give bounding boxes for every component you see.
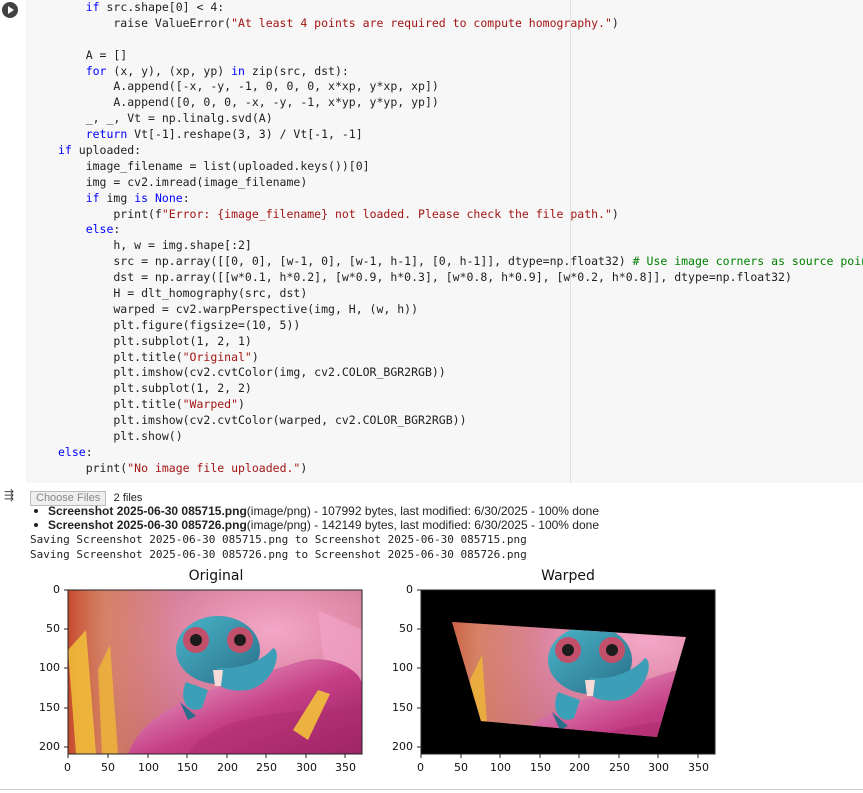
x-tick-label: 300 bbox=[648, 761, 669, 774]
y-tick-label: 100 bbox=[39, 661, 60, 674]
x-tick-label: 300 bbox=[296, 761, 317, 774]
cell-divider bbox=[0, 789, 863, 790]
y-tick-label: 0 bbox=[53, 583, 60, 596]
x-tick-label: 0 bbox=[417, 761, 424, 774]
y-tick-label: 50 bbox=[399, 622, 413, 635]
y-tick-label: 100 bbox=[392, 661, 413, 674]
x-tick-label: 150 bbox=[177, 761, 198, 774]
x-tick-label: 200 bbox=[217, 761, 238, 774]
warped-image bbox=[420, 589, 716, 755]
x-tick-label: 50 bbox=[101, 761, 115, 774]
y-tick-label: 150 bbox=[392, 701, 413, 714]
y-tick-label: 200 bbox=[392, 740, 413, 753]
x-tick-label: 100 bbox=[138, 761, 159, 774]
x-tick-label: 0 bbox=[64, 761, 71, 774]
x-tick-label: 200 bbox=[569, 761, 590, 774]
x-tick-label: 100 bbox=[490, 761, 511, 774]
original-image bbox=[67, 589, 363, 755]
y-tick-label: 0 bbox=[406, 583, 413, 596]
x-tick-label: 350 bbox=[688, 761, 709, 774]
x-tick-label: 250 bbox=[256, 761, 277, 774]
x-tick-label: 150 bbox=[530, 761, 551, 774]
x-tick-label: 50 bbox=[454, 761, 468, 774]
y-tick-label: 50 bbox=[46, 622, 60, 635]
plots-figure bbox=[64, 589, 716, 758]
x-tick-label: 250 bbox=[609, 761, 630, 774]
x-tick-label: 350 bbox=[335, 761, 356, 774]
y-tick-label: 150 bbox=[39, 701, 60, 714]
y-tick-label: 200 bbox=[39, 740, 60, 753]
